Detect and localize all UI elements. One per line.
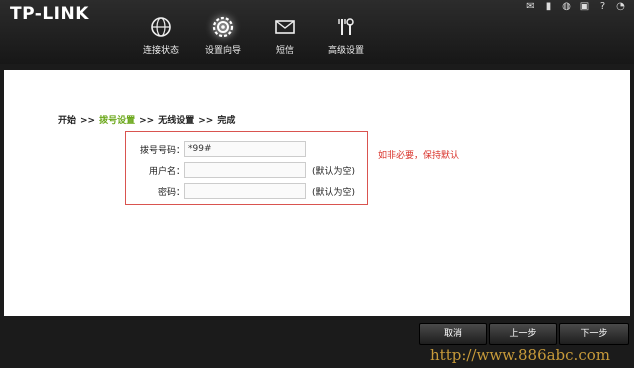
nav-label: 高级设置 (327, 46, 364, 56)
tp-link-logo: TP-LINK (10, 4, 89, 24)
nav-sms[interactable]: 短信 (250, 16, 320, 60)
password-default-note: (默认为空) (312, 188, 356, 198)
step-finish: 完成 (217, 116, 236, 126)
username-input[interactable] (184, 162, 306, 178)
step-separator: >> (198, 116, 214, 126)
globe-icon (151, 17, 171, 37)
step-dial-settings: 拨号设置 (99, 116, 136, 126)
password-input[interactable] (184, 183, 306, 199)
previous-button[interactable]: 上一步 (489, 323, 557, 345)
username-label: 用户名： (148, 167, 185, 177)
step-wireless-settings: 无线设置 (158, 116, 195, 126)
nav-advanced-settings[interactable]: 高级设置 (311, 16, 381, 60)
mail-icon[interactable]: ✉ (525, 2, 536, 12)
username-default-note: (默认为空) (312, 167, 356, 177)
wizard-breadcrumb: 开始 >> 拨号设置 >> 无线设置 >> 完成 (58, 113, 235, 126)
step-separator: >> (80, 116, 96, 126)
password-label: 密码： (157, 188, 185, 198)
nav-label: 短信 (275, 46, 294, 56)
help-icon[interactable]: ? (597, 2, 608, 12)
step-start: 开始 (58, 116, 77, 126)
top-bar: TP-LINK ✉ ▮ ◍ ▣ ? ◔ 连接状态 设置向导 短信 高级设置 (0, 0, 634, 64)
step-separator: >> (139, 116, 155, 126)
nav-label: 连接状态 (142, 46, 179, 56)
next-button[interactable]: 下一步 (559, 323, 629, 345)
nav-label: 设置向导 (204, 46, 241, 56)
tools-icon (338, 18, 354, 35)
wifi-icon: ◔ (616, 1, 625, 12)
username-row: 用户名： (默认为空) (126, 162, 367, 178)
watermark-url: http://www.886abc.com (430, 346, 610, 364)
globe-icon: ◍ (562, 1, 571, 12)
signal-icon: ▮ (545, 1, 552, 12)
nav-setup-wizard[interactable]: 设置向导 (188, 16, 258, 60)
dial-number-label: 拨号号码： (139, 146, 185, 156)
mail-icon (275, 20, 295, 34)
status-icons: ✉ ▮ ◍ ▣ ? ◔ (525, 2, 626, 12)
dial-settings-form: 拨号号码： *99# 用户名： (默认为空) 密码： (默认为空) (125, 131, 368, 205)
nav-connection-status[interactable]: 连接状态 (126, 16, 196, 60)
password-row: 密码： (默认为空) (126, 183, 367, 199)
dial-number-row: 拨号号码： *99# (126, 141, 367, 157)
keep-default-hint: 如非必要，保持默认 (378, 151, 460, 161)
content-panel: 开始 >> 拨号设置 >> 无线设置 >> 完成 拨号号码： *99# 用户名： (默认为空… (4, 70, 630, 316)
cancel-button[interactable]: 取消 (419, 323, 487, 345)
dial-number-input[interactable]: *99# (184, 141, 306, 157)
gear-icon (212, 16, 234, 38)
sim-icon: ▣ (579, 1, 590, 12)
